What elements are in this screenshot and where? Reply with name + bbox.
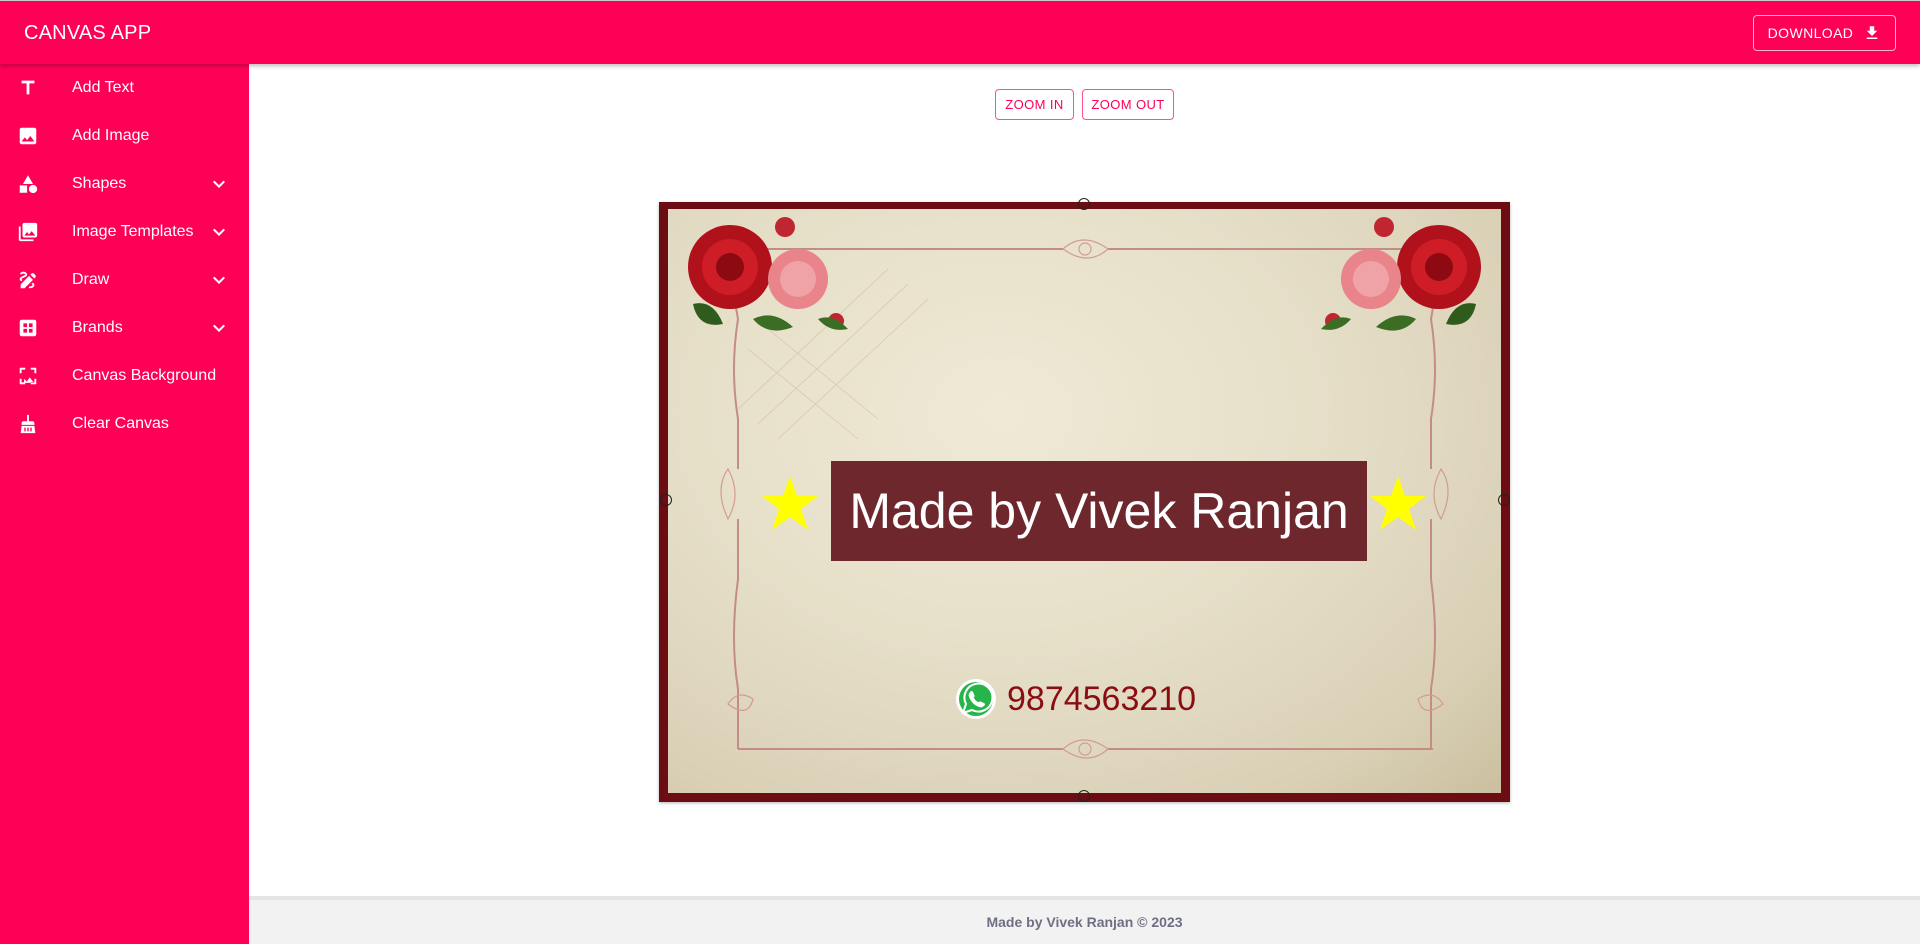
canvas-title-text: Made by Vivek Ranjan [849, 483, 1349, 539]
image-icon [16, 124, 40, 148]
app-bar: CANVAS APP DOWNLOAD [0, 0, 1920, 64]
background-icon [16, 364, 40, 388]
sidebar-item-label: Clear Canvas [72, 415, 169, 432]
resize-handle[interactable] [660, 494, 672, 506]
footer: Made by Vivek Ranjan © 2023 [249, 896, 1920, 944]
sidebar-item-label: Draw [72, 271, 110, 288]
chevron-down-icon [207, 268, 231, 292]
draw-icon [16, 268, 40, 292]
chevron-down-icon [207, 172, 231, 196]
sidebar-item-image-templates[interactable]: Image Templates [0, 208, 249, 256]
star-left[interactable] [760, 474, 820, 534]
resize-handle[interactable] [1078, 198, 1090, 210]
download-button[interactable]: DOWNLOAD [1753, 15, 1896, 51]
roses-top-left [688, 217, 848, 331]
brands-icon [16, 316, 40, 340]
sidebar-item-canvas-background[interactable]: Canvas Background [0, 352, 249, 400]
sidebar-item-label: Brands [72, 319, 123, 336]
star-right[interactable] [1368, 474, 1428, 534]
chevron-down-icon [207, 316, 231, 340]
sidebar-item-draw[interactable]: Draw [0, 256, 249, 304]
broom-icon [16, 412, 40, 436]
sidebar-item-label: Image Templates [72, 223, 194, 240]
whatsapp-icon [956, 679, 996, 719]
footer-text: Made by Vivek Ranjan © 2023 [986, 914, 1183, 930]
canvas-phone[interactable]: 9874563210 [955, 677, 1196, 721]
resize-handle[interactable] [1498, 494, 1510, 506]
sidebar-item-add-text[interactable]: Add Text [0, 64, 249, 112]
sidebar-item-shapes[interactable]: Shapes [0, 160, 249, 208]
phone-number-text: 9874563210 [1007, 679, 1197, 718]
sidebar-item-label: Add Text [72, 79, 134, 96]
sidebar-item-label: Shapes [72, 175, 127, 192]
sidebar-item-brands[interactable]: Brands [0, 304, 249, 352]
star-icon [1370, 476, 1426, 530]
resize-handle[interactable] [1078, 790, 1090, 802]
text-icon [16, 76, 40, 100]
star-icon [762, 476, 818, 530]
shapes-icon [16, 172, 40, 196]
roses-top-right [1321, 217, 1481, 331]
chevron-down-icon [207, 220, 231, 244]
sidebar-item-label: Add Image [72, 127, 150, 144]
sidebar-item-label: Canvas Background [72, 367, 217, 384]
sidebar-item-clear-canvas[interactable]: Clear Canvas [0, 400, 249, 448]
download-label: DOWNLOAD [1767, 25, 1854, 41]
canvas-title-box[interactable]: Made by Vivek Ranjan [831, 461, 1367, 561]
sidebar: Add Text Add Image Shapes Image Template… [0, 64, 249, 944]
app-title: CANVAS APP [24, 22, 152, 44]
photo-library-icon [16, 220, 40, 244]
sidebar-item-add-image[interactable]: Add Image [0, 112, 249, 160]
download-icon [1867, 26, 1878, 39]
zoom-in-button[interactable]: ZOOM IN [995, 89, 1074, 120]
zoom-out-button[interactable]: ZOOM OUT [1082, 89, 1174, 120]
